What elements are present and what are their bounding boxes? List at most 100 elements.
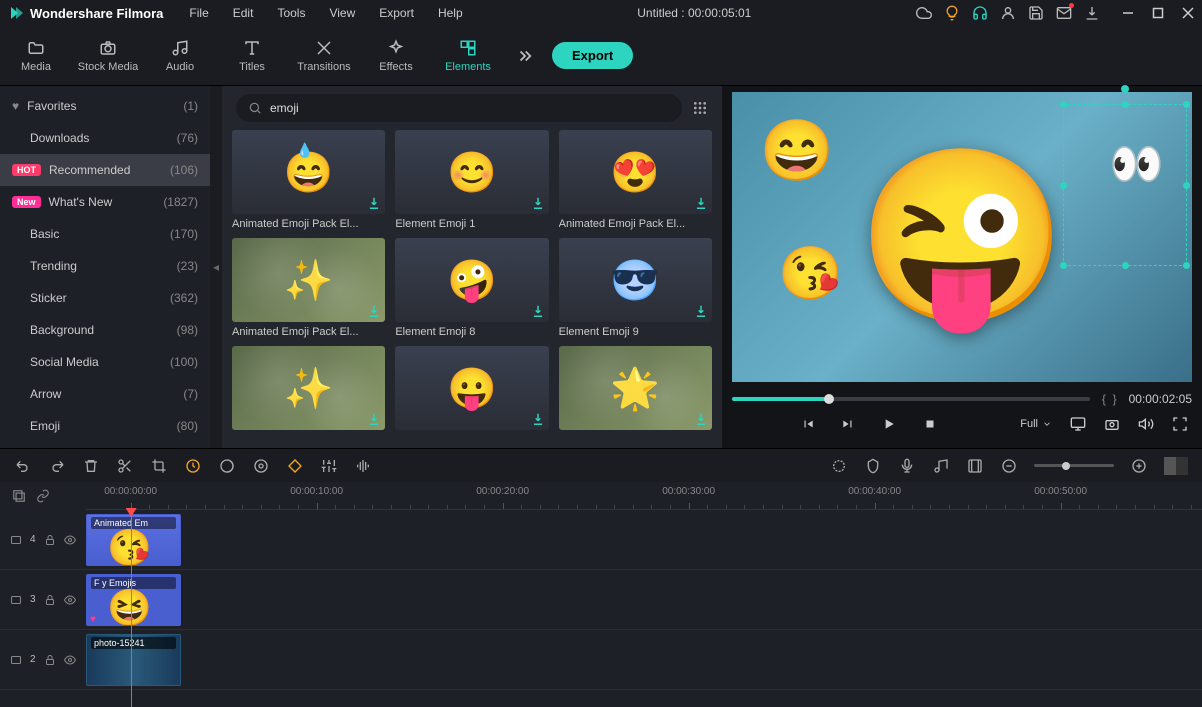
asset-cell[interactable]: 😎Element Emoji 9 (559, 238, 712, 338)
visibility-icon[interactable] (64, 654, 76, 666)
asset-cell[interactable]: 🌟 (559, 346, 712, 434)
search-box[interactable] (236, 94, 682, 122)
asset-thumbnail[interactable]: 😊 (395, 130, 548, 214)
adjust-icon[interactable] (320, 457, 338, 475)
asset-cell[interactable]: 🤪Element Emoji 8 (395, 238, 548, 338)
menu-tools[interactable]: Tools (267, 2, 315, 24)
window-minimize-icon[interactable] (1122, 7, 1134, 19)
menu-edit[interactable]: Edit (223, 2, 264, 24)
prev-frame-icon[interactable] (801, 417, 815, 431)
keyframe-icon[interactable] (286, 457, 304, 475)
delete-icon[interactable] (82, 457, 100, 475)
mail-icon[interactable] (1056, 5, 1072, 21)
sidebar-item-downloads[interactable]: Downloads(76) (0, 122, 210, 154)
download-asset-icon[interactable] (694, 412, 708, 426)
lock-icon[interactable] (44, 534, 56, 546)
lock-icon[interactable] (44, 654, 56, 666)
lock-icon[interactable] (44, 594, 56, 606)
scrubber-track[interactable] (732, 397, 1090, 401)
link-icon[interactable] (36, 489, 50, 503)
asset-thumbnail[interactable]: 😎 (559, 238, 712, 322)
undo-icon[interactable] (14, 457, 32, 475)
sidebar-item-recommended[interactable]: HOTRecommended(106) (0, 154, 210, 186)
asset-cell[interactable]: 😍Animated Emoji Pack El... (559, 130, 712, 230)
cloud-icon[interactable] (916, 5, 932, 21)
snapshot-icon[interactable] (1104, 416, 1120, 432)
menu-help[interactable]: Help (428, 2, 473, 24)
track-lane[interactable]: F y Emojis😆♥ (86, 570, 1202, 630)
volume-icon[interactable] (1138, 416, 1154, 432)
voiceover-icon[interactable] (898, 457, 916, 475)
audio-wave-icon[interactable] (354, 457, 372, 475)
zoom-knob[interactable] (1062, 462, 1070, 470)
audio-mixer-icon[interactable] (932, 457, 950, 475)
resize-handle[interactable] (1122, 262, 1129, 269)
menu-export[interactable]: Export (369, 2, 424, 24)
tab-stockmedia[interactable]: Stock Media (72, 26, 144, 86)
timeline-clip[interactable]: F y Emojis😆 (86, 574, 181, 626)
download-asset-icon[interactable] (367, 196, 381, 210)
save-icon[interactable] (1028, 5, 1044, 21)
monitor-icon[interactable] (1070, 416, 1086, 432)
asset-thumbnail[interactable]: ✨ (232, 346, 385, 430)
resize-handle[interactable] (1183, 101, 1190, 108)
asset-cell[interactable]: 😊Element Emoji 1 (395, 130, 548, 230)
play-icon[interactable] (881, 416, 897, 432)
zoom-slider[interactable] (1034, 464, 1114, 467)
tab-titles[interactable]: Titles (216, 26, 288, 86)
window-close-icon[interactable] (1182, 7, 1194, 19)
render-icon[interactable] (830, 457, 848, 475)
menu-view[interactable]: View (319, 2, 365, 24)
zoom-in-icon[interactable] (1130, 457, 1148, 475)
user-icon[interactable] (1000, 5, 1016, 21)
asset-thumbnail[interactable]: 🌟 (559, 346, 712, 430)
mark-in-out-icon[interactable]: { } (1102, 392, 1117, 406)
export-button[interactable]: Export (552, 42, 633, 69)
sidebar-item-trending[interactable]: Trending(23) (0, 250, 210, 282)
tab-effects[interactable]: Effects (360, 26, 432, 86)
add-track-icon[interactable] (12, 489, 26, 503)
timeline-clip[interactable]: photo-15241 (86, 634, 181, 686)
preview-scrubber[interactable]: { } 00:00:02:05 (732, 390, 1192, 408)
visibility-icon[interactable] (64, 534, 76, 546)
panel-layout-toggle[interactable] (1164, 457, 1188, 475)
sidebar-item-social-media[interactable]: Social Media(100) (0, 346, 210, 378)
resize-handle[interactable] (1183, 182, 1190, 189)
asset-thumbnail[interactable]: 😄💧 (232, 130, 385, 214)
resize-handle[interactable] (1122, 101, 1129, 108)
fullscreen-icon[interactable] (1172, 416, 1188, 432)
playhead[interactable] (131, 510, 132, 707)
lightbulb-icon[interactable] (944, 5, 960, 21)
timeline-ruler[interactable]: 00:00:00:0000:00:10:0000:00:20:0000:00:3… (86, 482, 1202, 510)
menu-file[interactable]: File (179, 2, 218, 24)
asset-cell[interactable]: 😄💧Animated Emoji Pack El... (232, 130, 385, 230)
asset-thumbnail[interactable]: 😛 (395, 346, 548, 430)
window-maximize-icon[interactable] (1152, 7, 1164, 19)
asset-cell[interactable]: ✨ (232, 346, 385, 434)
step-back-icon[interactable] (841, 417, 855, 431)
stop-icon[interactable] (923, 417, 937, 431)
asset-thumbnail[interactable]: 🤪 (395, 238, 548, 322)
marker-icon[interactable] (864, 457, 882, 475)
sidebar-item-arrow[interactable]: Arrow(7) (0, 378, 210, 410)
preview-overlay-emoji[interactable]: 😄 (760, 115, 835, 186)
resize-handle[interactable] (1183, 262, 1190, 269)
color-icon[interactable] (218, 457, 236, 475)
sidebar-item-background[interactable]: Background(98) (0, 314, 210, 346)
sidebar-item-sticker[interactable]: Sticker(362) (0, 282, 210, 314)
preview-overlay-emoji[interactable]: 😘 (778, 243, 843, 304)
speed-icon[interactable] (184, 457, 202, 475)
selection-box[interactable] (1063, 104, 1187, 266)
preview-canvas[interactable]: 😜 😄 😘 👀 (732, 92, 1192, 382)
panels-more-icon[interactable] (516, 47, 534, 65)
greenscreen-icon[interactable] (252, 457, 270, 475)
track-lane[interactable]: Animated Em😘 (86, 510, 1202, 570)
sidebar-collapse-handle[interactable]: ◂ (210, 86, 222, 448)
film-icon[interactable] (966, 457, 984, 475)
quality-dropdown[interactable]: Full (1020, 418, 1052, 430)
split-icon[interactable] (116, 457, 134, 475)
download-icon[interactable] (1084, 5, 1100, 21)
asset-cell[interactable]: ✨Animated Emoji Pack El... (232, 238, 385, 338)
zoom-out-icon[interactable] (1000, 457, 1018, 475)
crop-icon[interactable] (150, 457, 168, 475)
